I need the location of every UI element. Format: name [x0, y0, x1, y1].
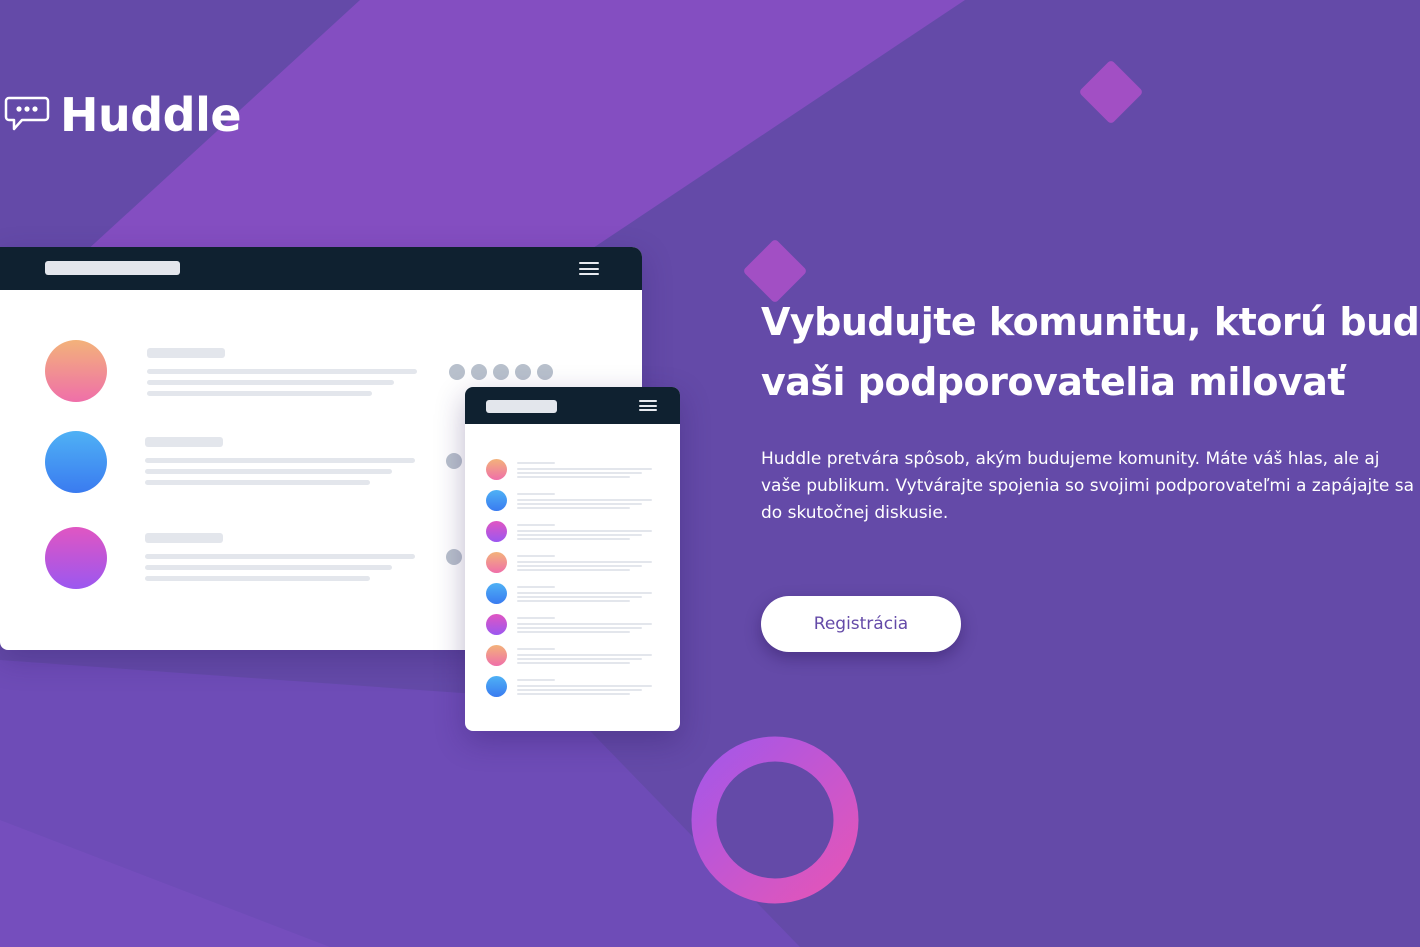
text-placeholder — [517, 600, 630, 602]
mockup-list-item — [465, 459, 680, 480]
text-placeholder — [517, 586, 555, 588]
text-placeholder — [517, 493, 555, 495]
text-placeholder — [147, 369, 417, 374]
text-placeholder — [517, 693, 630, 695]
text-placeholder — [145, 533, 223, 543]
text-placeholder — [517, 617, 555, 619]
hamburger-menu-icon — [579, 262, 599, 275]
desktop-mockup-topbar — [0, 247, 642, 290]
text-placeholder — [145, 437, 223, 447]
text-placeholder — [517, 503, 642, 505]
avatar — [486, 645, 507, 666]
hero-title-line: vaši podporovatelia milovať — [761, 360, 1346, 404]
text-placeholder — [517, 534, 642, 536]
text-placeholder — [517, 592, 652, 594]
text-placeholder — [517, 530, 652, 532]
avatar — [45, 340, 107, 402]
hero-title-line: Vybudujte komunitu, ktorú budú — [761, 300, 1420, 344]
mobile-mockup-topbar — [465, 387, 680, 424]
text-placeholder — [145, 576, 370, 581]
text-placeholder — [517, 538, 630, 540]
avatar — [486, 676, 507, 697]
avatar — [486, 583, 507, 604]
text-placeholder — [517, 596, 642, 598]
text-placeholder — [517, 565, 642, 567]
text-placeholder — [145, 565, 392, 570]
text-placeholder — [517, 499, 652, 501]
avatar — [45, 431, 107, 493]
avatar — [45, 527, 107, 589]
status-dots — [446, 453, 462, 469]
text-placeholder — [517, 569, 630, 571]
mockup-list-item — [465, 645, 680, 666]
text-placeholder — [517, 679, 555, 681]
text-placeholder — [517, 468, 652, 470]
text-placeholder — [517, 648, 555, 650]
status-dots — [449, 364, 553, 380]
text-placeholder — [517, 507, 630, 509]
text-placeholder — [517, 561, 652, 563]
mockup-list-item — [465, 552, 680, 573]
avatar — [486, 459, 507, 480]
mobile-mockup-illustration — [465, 387, 680, 731]
text-placeholder — [517, 524, 555, 526]
text-placeholder — [517, 476, 630, 478]
text-placeholder — [147, 380, 394, 385]
logo[interactable]: Huddle — [4, 88, 242, 142]
text-placeholder — [145, 469, 392, 474]
text-placeholder — [145, 554, 415, 559]
text-placeholder — [517, 689, 642, 691]
avatar — [486, 490, 507, 511]
text-placeholder — [517, 658, 642, 660]
register-button[interactable]: Registrácia — [761, 596, 961, 652]
avatar — [486, 614, 507, 635]
status-dots — [446, 549, 462, 565]
text-placeholder — [517, 627, 642, 629]
chat-bubble-icon — [4, 96, 50, 131]
text-placeholder — [147, 348, 225, 358]
hamburger-menu-icon — [639, 400, 657, 411]
text-placeholder — [517, 662, 630, 664]
mockup-list-item — [465, 614, 680, 635]
avatar — [486, 521, 507, 542]
hero-description: Huddle pretvára spôsob, akým budujeme ko… — [761, 449, 1415, 523]
text-placeholder — [147, 391, 372, 396]
mockup-list-item — [465, 676, 680, 697]
text-placeholder — [517, 555, 555, 557]
mockup-list-item — [465, 521, 680, 542]
logo-text: Huddle — [60, 88, 242, 142]
url-bar-placeholder — [486, 400, 557, 413]
text-placeholder — [517, 472, 642, 474]
mockup-list-item — [465, 490, 680, 511]
url-bar-placeholder — [45, 261, 180, 275]
text-placeholder — [145, 480, 370, 485]
text-placeholder — [145, 458, 415, 463]
text-placeholder — [517, 654, 652, 656]
text-placeholder — [517, 685, 652, 687]
text-placeholder — [517, 631, 630, 633]
text-placeholder — [517, 462, 555, 464]
text-placeholder — [517, 623, 652, 625]
mockup-list-item — [465, 583, 680, 604]
avatar — [486, 552, 507, 573]
hero-title: Vybudujte komunitu, ktorú budú vaši podp… — [761, 292, 1420, 412]
